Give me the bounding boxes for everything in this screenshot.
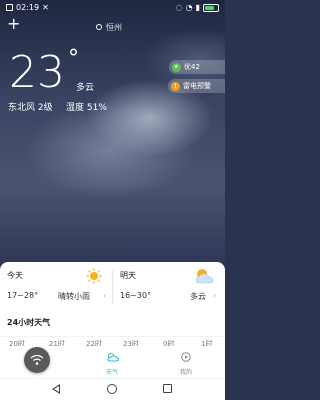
forecast-divider xyxy=(112,270,113,304)
humidity-label: 湿度 xyxy=(66,103,85,113)
wifi-fab-button[interactable] xyxy=(24,347,50,373)
tomorrow-chevron-icon[interactable]: › xyxy=(213,291,216,300)
warning-label: 雷电预警 xyxy=(183,82,211,90)
aqi-leaf-icon: ❦ xyxy=(172,62,181,72)
add-city-button[interactable]: + xyxy=(7,16,20,32)
today-chevron-icon[interactable]: › xyxy=(103,291,106,300)
temperature-unit: ° xyxy=(68,46,79,71)
current-condition: 多云 xyxy=(76,83,95,93)
hourly-divider xyxy=(0,336,225,337)
city-name[interactable]: 恒州 xyxy=(106,22,122,33)
profile-tab-icon[interactable] xyxy=(180,352,192,362)
weather-hero: 02:19 ✕ ◌ ◔ ▮ + 恒州 23 ° 多云 东北风 2级 湿度 51%… xyxy=(0,0,225,262)
today-range: 17~28° xyxy=(7,291,39,300)
warning-icon: ! xyxy=(171,81,180,91)
hourly-title: 24小时天气 xyxy=(7,318,51,327)
recent-apps-icon[interactable] xyxy=(163,384,172,393)
wind-info: 东北风 2级 xyxy=(8,103,53,113)
current-temperature: 23 xyxy=(9,47,65,98)
sun-icon xyxy=(86,268,102,284)
tab-weather-label[interactable]: 天气 xyxy=(106,367,118,376)
tomorrow-desc: 多云 xyxy=(190,292,206,301)
cloud-sun-icon xyxy=(195,269,214,284)
tomorrow-range: 16~30° xyxy=(120,291,152,300)
warning-badge[interactable]: ! 雷电预警 xyxy=(168,79,225,93)
status-time: 02:19 xyxy=(16,3,40,12)
tab-profile-label[interactable]: 我的 xyxy=(180,367,192,376)
silent-icon: ◌ xyxy=(175,3,183,12)
signal-icon: ▮ xyxy=(195,3,200,12)
daily-forecast-card: 今天 17~28° 晴转小雨 › 明天 16~30° 多云 › xyxy=(0,262,225,310)
tomorrow-label: 明天 xyxy=(120,271,136,280)
battery-icon xyxy=(203,3,219,12)
humidity-info: 湿度 51% xyxy=(66,100,107,113)
aqi-label: 优42 xyxy=(184,63,200,71)
today-desc: 晴转小雨 xyxy=(58,292,90,301)
status-bar: 02:19 ✕ ◌ ◔ ▮ xyxy=(0,0,225,16)
usb-icon: ✕ xyxy=(42,3,49,12)
humidity-value: 51% xyxy=(86,103,107,113)
wifi-icon: ◔ xyxy=(185,3,193,12)
notification-icon xyxy=(6,4,13,11)
home-icon[interactable] xyxy=(107,384,117,394)
weather-tab-icon[interactable] xyxy=(107,352,119,362)
aqi-badge[interactable]: ❦ 优42 xyxy=(169,60,225,74)
wifi-icon xyxy=(30,354,44,365)
battery-fill xyxy=(205,5,215,10)
today-label: 今天 xyxy=(7,271,23,280)
location-pin-icon xyxy=(96,24,102,30)
back-icon-inner xyxy=(54,386,59,392)
